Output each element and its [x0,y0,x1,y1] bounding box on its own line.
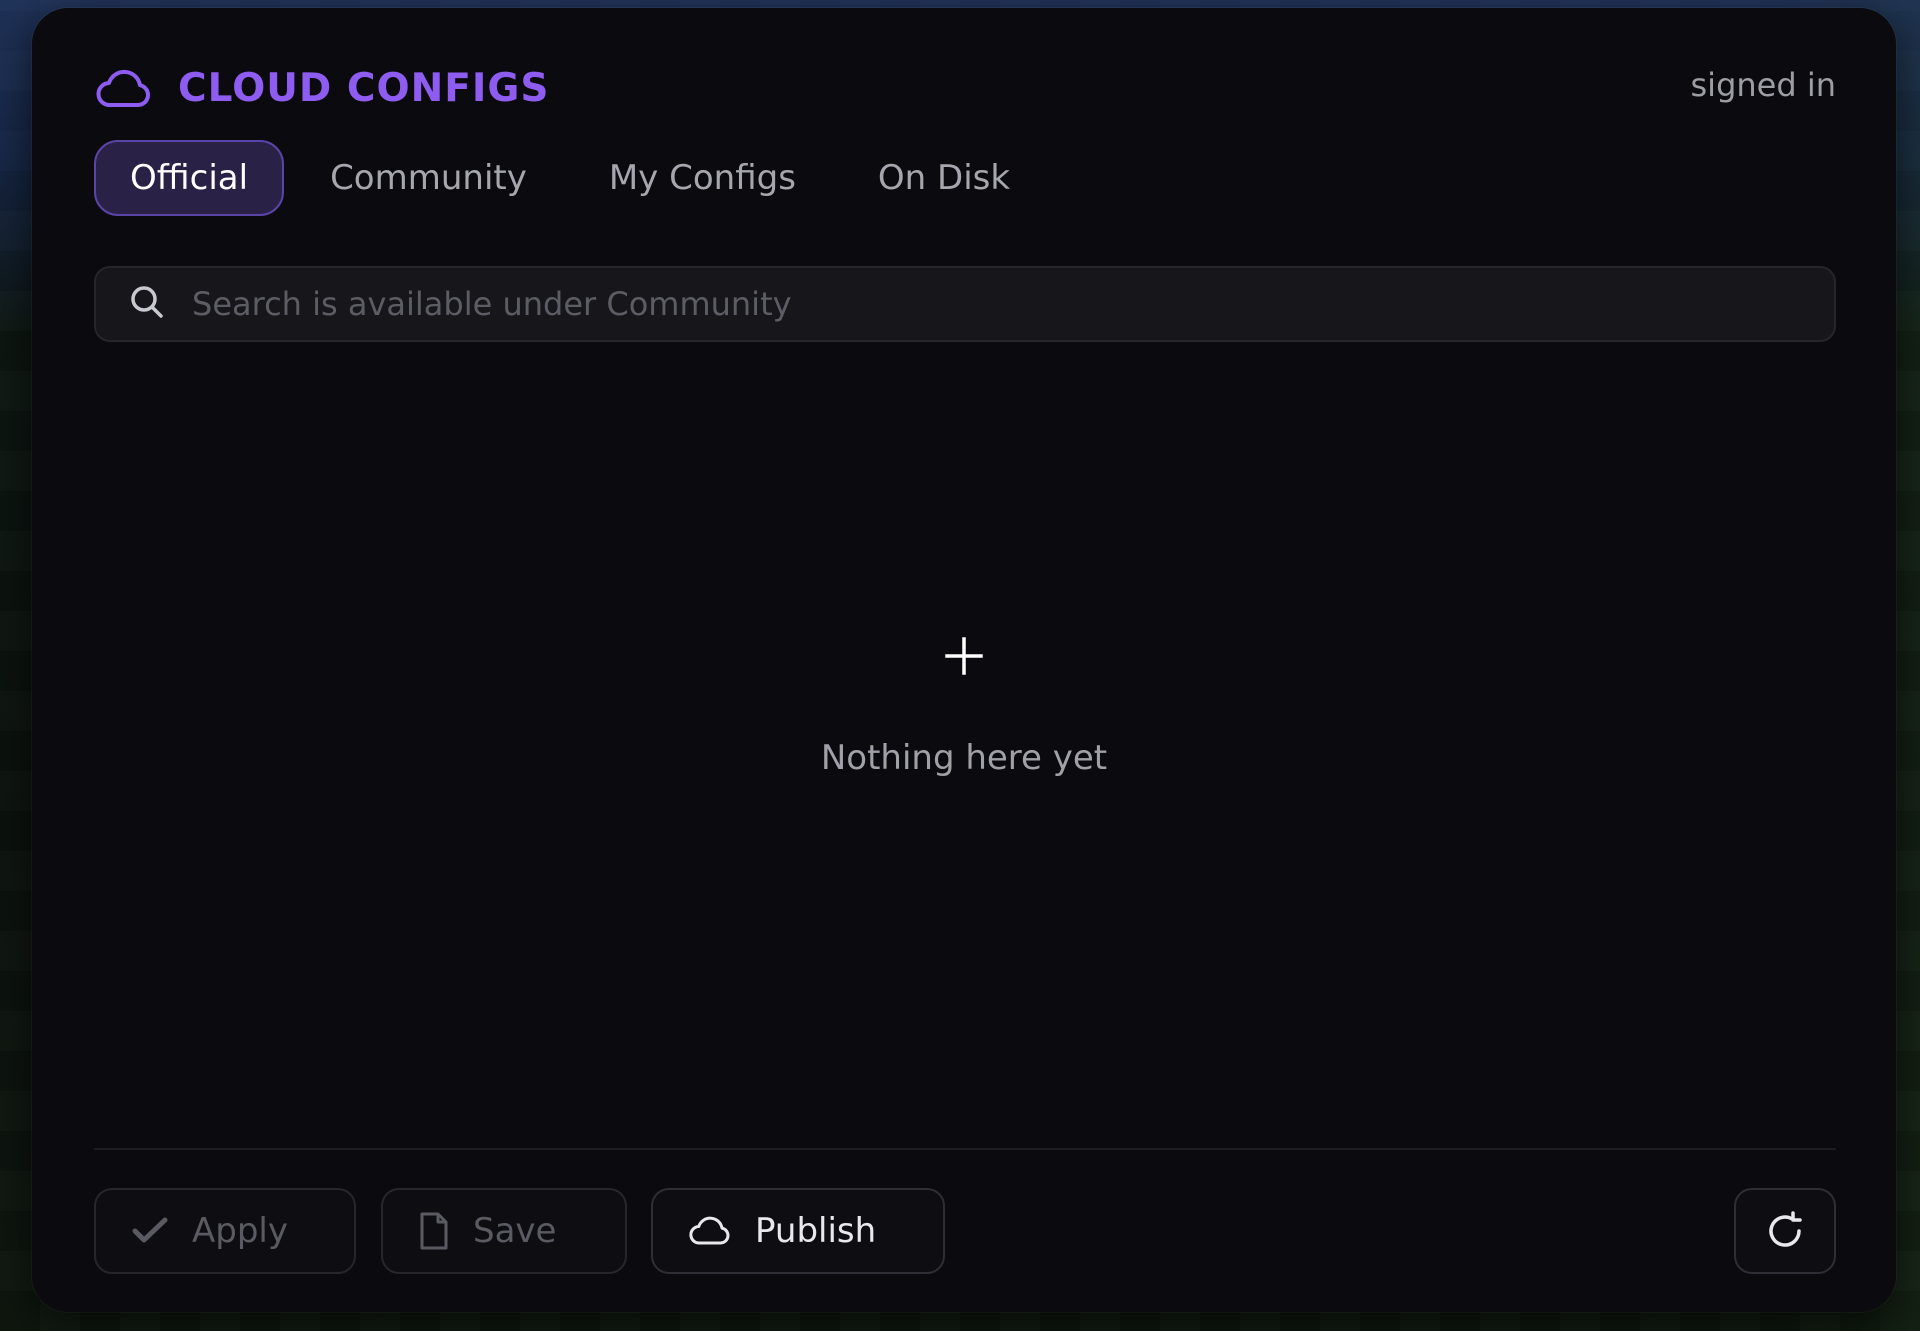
plus-icon [944,636,984,680]
file-icon [419,1212,449,1250]
refresh-button[interactable] [1734,1188,1836,1274]
search-bar [94,266,1836,342]
save-button[interactable]: Save [381,1188,627,1274]
tab-my-configs[interactable]: My Configs [573,140,832,216]
publish-label: Publish [755,1211,877,1251]
auth-status: signed in [1690,66,1837,104]
refresh-icon [1765,1211,1805,1251]
apply-label: Apply [192,1211,288,1251]
panel-title: CLOUD CONFIGS [178,66,550,111]
cloud-icon [96,69,152,109]
tab-on-disk[interactable]: On Disk [842,140,1046,216]
empty-state-text: Nothing here yet [820,738,1108,778]
check-icon [132,1216,168,1246]
search-input[interactable] [190,284,1834,324]
panel-header: CLOUD CONFIGS [96,66,550,111]
publish-button[interactable]: Publish [651,1188,945,1274]
cloud-icon [689,1215,731,1247]
tab-bar: Official Community My Configs On Disk [94,140,1046,216]
search-icon [130,285,164,323]
save-label: Save [473,1211,557,1251]
footer-divider [94,1148,1836,1150]
cloud-configs-panel: CLOUD CONFIGS signed in Official Communi… [32,8,1896,1312]
apply-button[interactable]: Apply [94,1188,356,1274]
empty-state: Nothing here yet [32,636,1896,778]
tab-community[interactable]: Community [294,140,563,216]
tab-official[interactable]: Official [94,140,285,216]
